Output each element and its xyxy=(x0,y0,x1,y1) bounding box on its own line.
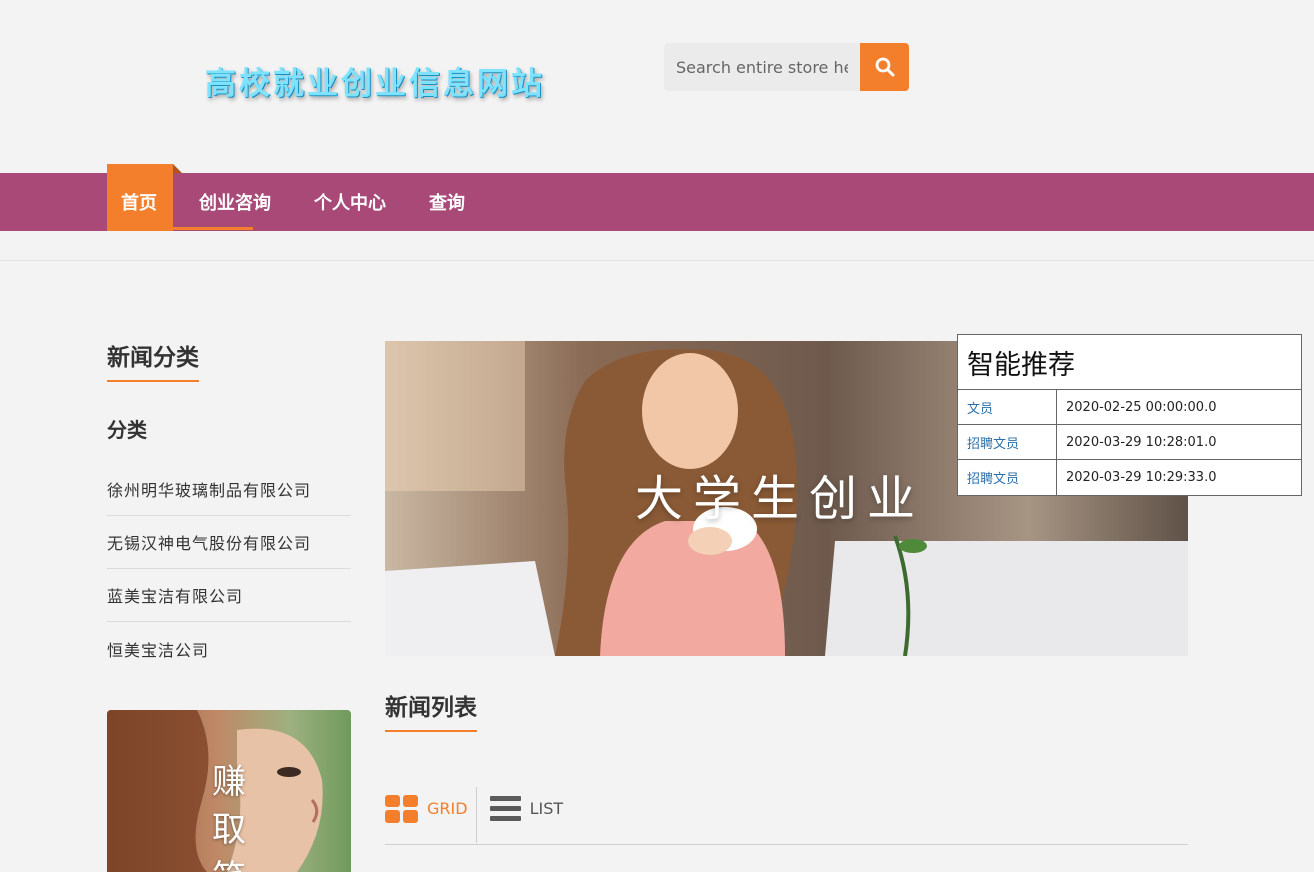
recommend-job-time: 2020-03-29 10:28:01.0 xyxy=(1066,434,1217,450)
main-nav-bar xyxy=(0,173,1314,231)
recommend-row: 招聘文员 2020-03-29 10:28:01.0 xyxy=(958,425,1301,460)
grid-view-button[interactable]: GRID xyxy=(385,787,477,843)
header-divider xyxy=(0,260,1314,261)
recommend-row: 文员 2020-02-25 00:00:00.0 xyxy=(958,390,1301,425)
category-subtitle: 分类 xyxy=(107,418,147,442)
nav-item-query[interactable]: 查询 xyxy=(429,189,465,217)
view-toggle: GRID LIST xyxy=(385,787,563,843)
view-toggle-divider xyxy=(385,844,1188,845)
nav-item-home[interactable]: 首页 xyxy=(121,189,157,217)
list-icon xyxy=(489,796,521,821)
nav-item-personal-center[interactable]: 个人中心 xyxy=(314,189,386,217)
nav-hover-underline xyxy=(173,227,253,230)
nav-active-fold xyxy=(173,164,182,173)
smart-recommend-panel: 智能推荐 文员 2020-02-25 00:00:00.0 招聘文员 2020-… xyxy=(957,334,1302,496)
search-button[interactable] xyxy=(860,43,909,91)
search-icon xyxy=(875,57,894,77)
category-item[interactable]: 恒美宝洁公司 xyxy=(107,622,351,675)
recommend-job-time: 2020-03-29 10:29:33.0 xyxy=(1066,470,1217,485)
smart-recommend-title: 智能推荐 xyxy=(958,335,1301,390)
search-input[interactable] xyxy=(664,43,860,91)
list-view-label: LIST xyxy=(529,799,564,818)
news-category-title: 新闻分类 xyxy=(107,338,199,382)
site-logo[interactable]: 高校就业创业信息网站 xyxy=(205,58,545,103)
grid-icon xyxy=(385,795,418,823)
banner-title: 大学生创业 xyxy=(635,471,926,527)
list-view-button[interactable]: LIST xyxy=(477,787,564,843)
recommend-row: 招聘文员 2020-03-29 10:29:33.0 xyxy=(958,460,1301,495)
recommend-job-link[interactable]: 招聘文员 xyxy=(958,425,1057,459)
recommend-job-link[interactable]: 招聘文员 xyxy=(958,460,1057,495)
recommend-job-time: 2020-02-25 00:00:00.0 xyxy=(1066,399,1217,415)
sidebar-ad-image[interactable]: 赚取笑 xyxy=(107,710,351,872)
recommend-job-link[interactable]: 文员 xyxy=(958,390,1057,424)
grid-view-label: GRID xyxy=(427,799,468,818)
category-list: 徐州明华玻璃制品有限公司 无锡汉神电气股份有限公司 蓝美宝洁有限公司 恒美宝洁公… xyxy=(107,463,351,675)
nav-item-startup-consulting[interactable]: 创业咨询 xyxy=(199,189,271,217)
category-item[interactable]: 无锡汉神电气股份有限公司 xyxy=(107,516,351,569)
category-item[interactable]: 蓝美宝洁有限公司 xyxy=(107,569,351,622)
news-list-title: 新闻列表 xyxy=(385,688,477,732)
sidebar-ad-text: 赚取笑 xyxy=(212,762,246,872)
category-item[interactable]: 徐州明华玻璃制品有限公司 xyxy=(107,463,351,516)
search-bar xyxy=(664,43,909,91)
